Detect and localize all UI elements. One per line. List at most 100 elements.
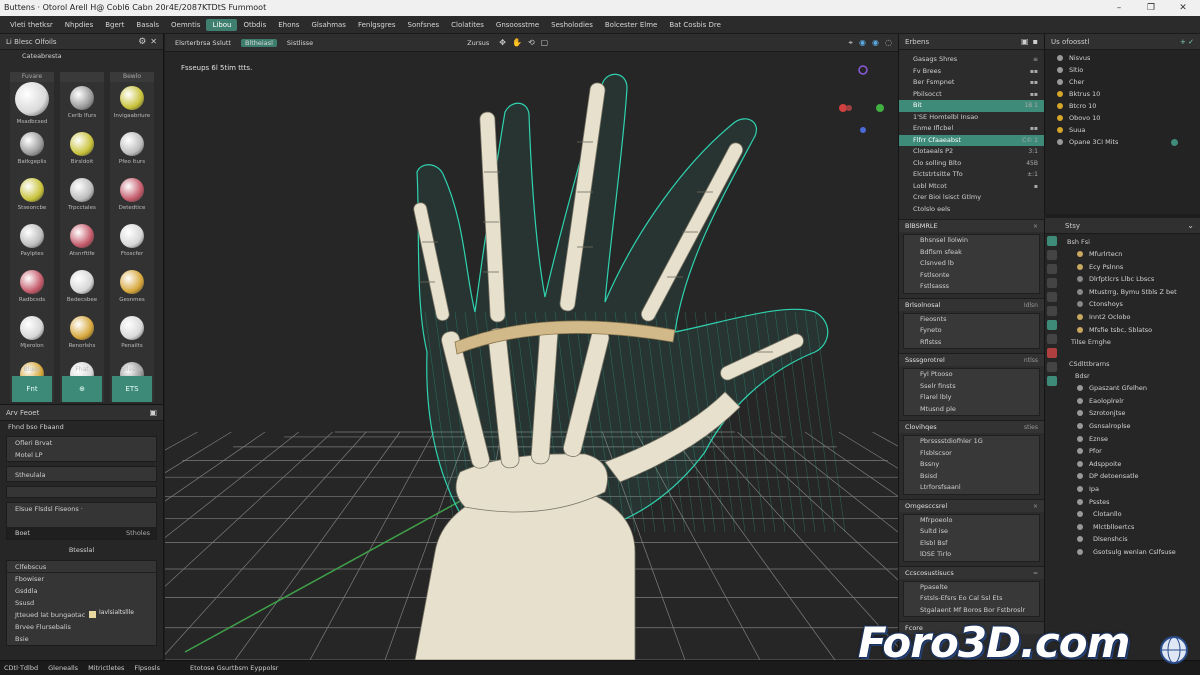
status-item[interactable]: Glenealls xyxy=(48,664,78,672)
section-row[interactable]: Stgalaent Mf Boros Bor Fstbroslr xyxy=(904,605,1039,617)
section-row[interactable]: Elsbl Bsf xyxy=(904,538,1039,550)
section-row[interactable]: Flarel lbly xyxy=(904,392,1039,404)
section-row[interactable]: Sselr finsts xyxy=(904,381,1039,393)
chevron-down-icon[interactable]: ⌄ xyxy=(1187,221,1194,230)
scene-setting-row[interactable]: Fv Brees ▪▪ xyxy=(899,66,1044,78)
modifier-row[interactable]: Gpaszant Gfelhen xyxy=(1045,382,1200,395)
asset-apply-button[interactable]: ⊕ xyxy=(62,376,102,402)
tab-tool[interactable] xyxy=(1047,236,1057,246)
scene-setting-row[interactable]: Lobl Mtcot ▪ xyxy=(899,181,1044,193)
scene-setting-row[interactable]: Gasags Shres ≡ xyxy=(899,54,1044,66)
left-props-field[interactable]: Elsue Flsdsl Fiseons · xyxy=(7,503,156,515)
asset-item[interactable]: Msadbcsed xyxy=(10,82,54,128)
property-row[interactable]: Mfsfie tsbc, Sblatso xyxy=(1045,324,1200,337)
modifier-row[interactable]: Eznse xyxy=(1045,433,1200,446)
status-item[interactable]: Mitrictletes xyxy=(88,664,124,672)
pan-icon[interactable]: ✋ xyxy=(512,38,522,47)
section-row[interactable]: Fstsls-Efsrs Eo Cal Ssl Ets xyxy=(904,593,1039,605)
modifier-row[interactable]: Mlctblloertcs xyxy=(1045,521,1200,534)
close-button[interactable]: ✕ xyxy=(1168,0,1198,16)
material-icon[interactable]: ◉ xyxy=(872,38,879,47)
asset-item[interactable]: Bedecsbee xyxy=(60,266,104,312)
scene-setting-row[interactable]: Bit 1B 1 xyxy=(899,100,1044,112)
scene-setting-row[interactable]: Pbilsocct ▪▪ xyxy=(899,89,1044,101)
section-row[interactable]: Ltrforsfsaanl xyxy=(904,482,1039,494)
scene-setting-row[interactable]: 1'SE Homtelbl Insao xyxy=(899,112,1044,124)
asset-apply-button[interactable]: ETS xyxy=(112,376,152,402)
outliner-item[interactable]: Suua xyxy=(1045,124,1200,136)
move-icon[interactable]: ✥ xyxy=(499,38,506,47)
menu-item[interactable]: Sesholodies xyxy=(545,16,599,34)
scene-setting-row[interactable]: Ber Fsmpnet ▪▪ xyxy=(899,77,1044,89)
asset-item[interactable]: Detedtice xyxy=(110,174,154,220)
menu-item[interactable]: Sonfsnes xyxy=(402,16,446,34)
property-row[interactable]: Dlrfptlcrs Llbc Lbscs xyxy=(1045,273,1200,286)
section-row[interactable]: Fyneto xyxy=(904,325,1039,337)
tab-particles[interactable] xyxy=(1047,348,1057,358)
property-row[interactable]: Ecy Pslnns xyxy=(1045,261,1200,274)
scene-setting-row[interactable]: Enme Iflcbel ▪▪ xyxy=(899,123,1044,135)
asset-apply-button[interactable]: Fnt xyxy=(12,376,52,402)
rotate-icon[interactable]: ⟲ xyxy=(528,38,535,47)
asset-item[interactable]: Mjerolon xyxy=(10,312,54,358)
section-row[interactable]: Rflstss xyxy=(904,337,1039,349)
modifier-row[interactable]: Gsnsalroplse xyxy=(1045,420,1200,433)
asset-item[interactable]: Atsnrftife xyxy=(60,220,104,266)
menu-item[interactable]: Libou xyxy=(206,18,238,31)
section-row[interactable]: Flsblscsor xyxy=(904,448,1039,460)
properties-section-header[interactable]: Ccscosustisucs = xyxy=(899,565,1044,579)
menu-item[interactable]: Ehons xyxy=(272,16,305,34)
modifier-row[interactable]: Gsotsulg wenlan Cslfsuse xyxy=(1045,546,1200,559)
modifier-row[interactable]: Clotanllo xyxy=(1045,508,1200,521)
close-icon[interactable]: ✕ xyxy=(150,37,157,46)
properties-section-header[interactable]: Orngesccsrel × xyxy=(899,498,1044,512)
property-row[interactable]: Mfurlrtecn xyxy=(1045,248,1200,261)
outliner-item[interactable]: Btcro 10 xyxy=(1045,100,1200,112)
properties-section-header[interactable]: BlBSMRLE × xyxy=(899,219,1044,232)
properties-section-header[interactable]: Ssssgorotrel ntlss xyxy=(899,353,1044,366)
asset-item[interactable]: Pfeo Iturs xyxy=(110,128,154,174)
minimize-button[interactable]: – xyxy=(1104,0,1134,16)
section-row[interactable]: Fstlsonte xyxy=(904,270,1039,282)
settings-icon[interactable]: ⚙ xyxy=(138,37,146,47)
status-item[interactable]: Flpsosls xyxy=(134,664,160,672)
section-row[interactable]: Fyl Ptooso xyxy=(904,369,1039,381)
section-row[interactable]: Bsisd xyxy=(904,471,1039,483)
scene-setting-row[interactable]: Crer Bioi lsisct Gtlmy xyxy=(899,192,1044,204)
scene-setting-row[interactable]: Elctstrtsitte Tfo ±:1 xyxy=(899,169,1044,181)
asset-item[interactable]: Paylptes xyxy=(10,220,54,266)
viewport-view-button[interactable]: Sistlisse xyxy=(283,39,317,47)
frame-icon[interactable]: ▢ xyxy=(541,38,549,47)
property-row[interactable]: Ctonshoys xyxy=(1045,298,1200,311)
property-row[interactable]: Innt2 Oclobo xyxy=(1045,311,1200,324)
asset-item[interactable]: Renorlshs xyxy=(60,312,104,358)
menu-item[interactable]: Bolcester Elme xyxy=(599,16,663,34)
section-row[interactable]: Bhsnsel llolwin xyxy=(904,235,1039,247)
left-props-field[interactable]: Stheulala xyxy=(7,467,156,483)
left-props-field[interactable]: Ofleri Brvat xyxy=(7,437,156,449)
section-row[interactable]: Mtusnd ple xyxy=(904,404,1039,416)
section-row[interactable]: Bssny xyxy=(904,459,1039,471)
outliner-item[interactable]: Opane 3CI Mits xyxy=(1045,136,1200,148)
tab-physics[interactable] xyxy=(1047,362,1057,372)
outliner-item[interactable]: Sltio xyxy=(1045,64,1200,76)
left-props-selected-row[interactable]: Boet Stholes xyxy=(7,527,156,539)
modifier-row[interactable]: Dlsenshcis xyxy=(1045,533,1200,546)
close-icon[interactable]: ▪ xyxy=(1033,37,1038,46)
section-row[interactable]: Bdflsm sfeak xyxy=(904,247,1039,259)
left-props-list-row[interactable]: Clfebscus xyxy=(7,561,156,573)
menu-item[interactable]: Otbdis xyxy=(237,16,272,34)
viewport-mode-button[interactable]: Elsrterbrsa Sslutt xyxy=(171,39,235,47)
section-row[interactable]: lDSE Tirlo xyxy=(904,549,1039,561)
asset-item[interactable]: Gesnmes xyxy=(110,266,154,312)
section-row[interactable]: Ppaselte xyxy=(904,582,1039,594)
asset-item[interactable]: Trpcctales xyxy=(60,174,104,220)
scene-setting-row[interactable]: Clo solling Blto 45B xyxy=(899,158,1044,170)
modifier-row[interactable]: DP detoensatle xyxy=(1045,470,1200,483)
asset-item[interactable]: Invigaabriure xyxy=(110,82,154,128)
left-props-list-row[interactable]: Bsie xyxy=(7,633,156,645)
expand-icon[interactable]: ▣ xyxy=(1021,37,1029,46)
left-props-list-row[interactable]: Fbowiser xyxy=(7,573,156,585)
left-props-list-row[interactable]: Gsddla xyxy=(7,585,156,597)
menu-item[interactable]: Bat Cosbis Dre xyxy=(663,16,727,34)
